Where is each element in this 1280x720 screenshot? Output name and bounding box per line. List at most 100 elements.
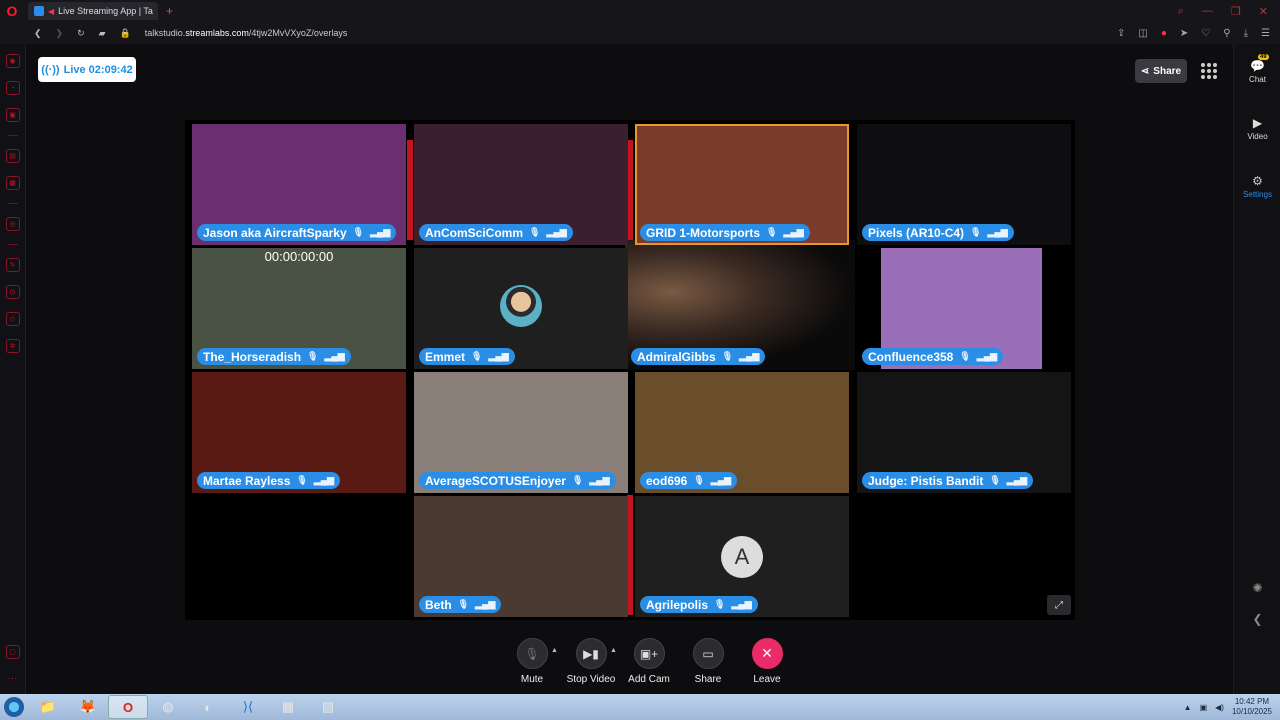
firefox-icon[interactable]: 🦊	[68, 695, 108, 719]
participant-tile[interactable]: Beth 🎙 ▂▄▆	[414, 496, 628, 617]
speed-dial-icon[interactable]: ◔	[5, 81, 20, 95]
participant-tile[interactable]: Emmet 🎙 ▂▄▆	[414, 248, 628, 369]
browser-sidebar: ◉ ◔ ▣ ▤ ▦ ◎ ✎ ◷ ◇ ✲ ▢ ···	[0, 44, 26, 694]
collapse-panel-icon[interactable]: ❮	[1234, 612, 1280, 626]
participant-tile[interactable]: Martae Rayless 🎙 ▂▄▆	[192, 372, 406, 493]
signal-icon: ▂▄▆	[370, 227, 391, 237]
more-icon[interactable]: ···	[8, 673, 18, 684]
participant-tile[interactable]: A Agrilepolis 🎙 ▂▄▆	[635, 496, 849, 617]
video-options-caret-icon[interactable]: ▲	[610, 647, 617, 654]
expand-icon: ⤢	[1055, 599, 1063, 611]
close-tab-icon[interactable]: ✕	[157, 6, 158, 17]
signal-icon: ▂▄▆	[475, 599, 496, 609]
tray-expand-icon[interactable]: ▲	[1184, 703, 1192, 712]
participant-namebar: GRID 1-Motorsports 🎙 ▂▄▆	[640, 224, 810, 241]
chat-tab[interactable]: 💬 49 Chat	[1234, 54, 1280, 84]
participant-tile-active[interactable]: GRID 1-Motorsports 🎙 ▂▄▆	[635, 124, 849, 245]
participant-tile[interactable]: 00:00:00:00 The_Horseradish 🎙 ▂▄▆	[192, 248, 406, 369]
cube-icon[interactable]: ◇	[5, 312, 20, 326]
pin-icon[interactable]: ✎	[5, 258, 20, 272]
mute-control: 🎙 Mute	[502, 638, 562, 685]
bag-icon[interactable]: ▣	[5, 108, 20, 122]
app-icon[interactable]: ▧	[308, 695, 348, 719]
fullscreen-button[interactable]: ⤢	[1047, 595, 1071, 615]
opera-logo-icon[interactable]: O	[0, 0, 24, 22]
twitch-icon[interactable]: ▤	[5, 149, 20, 163]
mic-icon: 🎙	[721, 351, 734, 361]
vscode-icon[interactable]: ⟩⟨	[228, 695, 268, 719]
participant-namebar: AdmiralGibbs 🎙 ▂▄▆	[631, 348, 766, 365]
sparkle-icon[interactable]: ✺	[1234, 581, 1280, 595]
mute-button[interactable]: 🎙	[516, 638, 548, 669]
settings-tab[interactable]: ⚙ Settings	[1234, 174, 1280, 199]
participant-tile[interactable]: Judge: Pistis Bandit 🎙 ▂▄▆	[857, 372, 1071, 493]
history-icon[interactable]: ◷	[5, 285, 20, 299]
heart-icon[interactable]: ♡	[1201, 28, 1210, 39]
url-field[interactable]: talkstudio.streamlabs.com/4tjw2MvVXyoZ/o…	[145, 28, 348, 38]
volume-icon[interactable]: ◀)	[1215, 703, 1224, 712]
opera-taskbar-icon[interactable]: O	[108, 695, 148, 719]
camera-permission-icon[interactable]: ▰	[99, 28, 106, 39]
close-window-icon[interactable]: ✕	[1259, 5, 1268, 18]
participant-tile[interactable]: Pixels (AR10-C4) 🎙 ▂▄▆	[857, 124, 1071, 245]
steam-icon[interactable]: ◍	[148, 695, 188, 719]
restore-icon[interactable]: ❐	[1231, 5, 1241, 18]
share-icon: ⋖	[1140, 65, 1150, 77]
sidebar-divider	[7, 203, 18, 204]
share-control: ▭ Share	[678, 638, 738, 685]
file-explorer-icon[interactable]: 📁	[28, 695, 68, 719]
share-page-icon[interactable]: ⇪	[1117, 28, 1125, 39]
browser-tab[interactable]: ◀ Live Streaming App | Ta ✕	[28, 2, 158, 20]
profile-icon[interactable]: ⚲	[1223, 28, 1230, 39]
app-icon[interactable]: ▦	[268, 695, 308, 719]
send-icon[interactable]: ➤	[1180, 28, 1188, 39]
reload-icon[interactable]: ↻	[77, 28, 85, 39]
participant-namebar: The_Horseradish 🎙 ▂▄▆	[197, 348, 351, 365]
app-icon[interactable]: ◐	[188, 695, 228, 719]
share-screen-button[interactable]: ▭	[692, 638, 724, 669]
share-top-button[interactable]: ⋖ Share	[1135, 59, 1187, 83]
gear-icon: ⚙	[1252, 174, 1263, 188]
add-camera-icon: ▣+	[639, 646, 659, 661]
search-icon[interactable]: ⌕	[1178, 5, 1184, 18]
share-label: Share	[694, 674, 722, 685]
participant-tile[interactable]: eod696 🎙 ▂▄▆	[635, 372, 849, 493]
broadcast-icon: ((·))	[41, 63, 60, 76]
download-icon[interactable]: ⤓	[1244, 28, 1248, 39]
lock-icon: 🔒	[119, 27, 131, 38]
participant-tile[interactable]: AdmiralGibbs 🎙 ▂▄▆	[626, 248, 840, 369]
network-icon[interactable]: ▣	[1200, 703, 1208, 712]
video-tab[interactable]: ▶ Video	[1234, 116, 1280, 141]
layout-grid-icon[interactable]	[1201, 63, 1217, 79]
player-icon[interactable]: ◎	[5, 217, 20, 231]
mic-icon: 🎙	[307, 351, 319, 361]
gamepad-icon[interactable]: ◉	[5, 54, 20, 68]
leave-control: ✕ Leave	[737, 638, 797, 685]
menu-icon[interactable]: ☰	[1261, 28, 1270, 39]
mute-options-caret-icon[interactable]: ▲	[551, 647, 558, 654]
start-button[interactable]	[0, 695, 28, 719]
sidebar-toggle-icon[interactable]: ▢	[5, 645, 20, 659]
mic-icon: 🎙	[766, 227, 778, 237]
forward-icon[interactable]: ❯	[56, 28, 64, 39]
add-cam-button[interactable]: ▣+	[633, 638, 665, 669]
participant-tile[interactable]: AverageSCOTUSEnjoyer 🎙 ▂▄▆	[414, 372, 628, 493]
back-icon[interactable]: ❮	[34, 28, 42, 39]
windows-taskbar: 📁 🦊 O ◍ ◐ ⟩⟨ ▦ ▧ ▲ ▣ ◀) 10:42 PM 10/10/2…	[0, 694, 1280, 720]
settings-icon[interactable]: ✲	[5, 339, 20, 353]
signal-icon: ▂▄▆	[546, 227, 567, 237]
signal-icon: ▂▄▆	[589, 475, 610, 485]
signal-icon: ▂▄▆	[488, 351, 509, 361]
discord-icon[interactable]: ▦	[5, 176, 20, 190]
stop-video-label: Stop Video	[566, 674, 616, 685]
participant-tile[interactable]: AnComSciComm 🎙 ▂▄▆	[414, 124, 628, 245]
participant-tile[interactable]: Confluence358 🎙 ▂▄▆	[857, 248, 1071, 369]
participant-tile[interactable]: Jason aka AircraftSparky 🎙 ▂▄▆	[192, 124, 406, 245]
leave-button[interactable]: ✕	[751, 638, 783, 669]
record-icon[interactable]: ●	[1161, 28, 1167, 39]
stop-video-button[interactable]: ▶▮	[575, 638, 607, 669]
clock[interactable]: 10:42 PM 10/10/2025	[1232, 697, 1272, 717]
snapshot-icon[interactable]: ◫	[1138, 28, 1147, 39]
new-tab-icon[interactable]: +	[166, 4, 173, 18]
minimize-icon[interactable]: —	[1202, 5, 1213, 18]
